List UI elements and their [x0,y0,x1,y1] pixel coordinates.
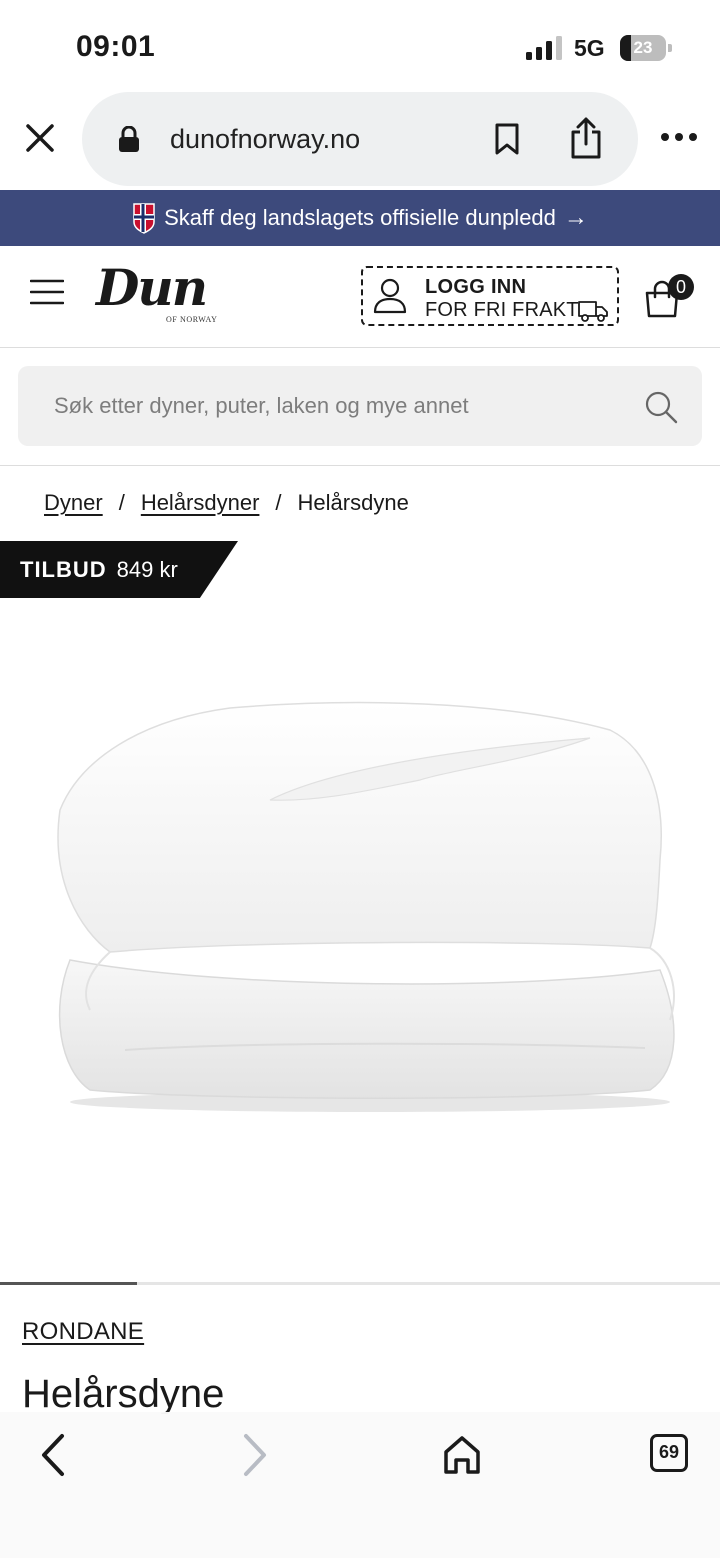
breadcrumb-current: Helårsdyne [297,490,409,515]
logo-wordmark: Dun [96,258,208,317]
search-bar[interactable] [18,366,702,446]
sale-label: TILBUD [20,556,107,582]
forward-icon[interactable] [240,1432,272,1478]
promo-banner[interactable]: Skaff deg landslagets offisielle dunpled… [0,190,720,246]
sale-price: 849 kr [116,556,178,582]
site-header: Dun OF NORWAY LOGG INN FOR FRI FRAKT 0 [0,246,720,348]
cart-button[interactable]: 0 [644,272,698,318]
arrow-right-icon: → [563,204,588,231]
carousel-progress [0,1282,137,1285]
share-icon[interactable] [568,116,604,160]
more-icon[interactable] [660,130,698,144]
battery-level: 23 [633,38,653,57]
url-text[interactable]: dunofnorway.no [170,124,360,155]
product-image[interactable] [30,690,690,1120]
cart-count-badge: 0 [668,274,694,300]
breadcrumb-separator: / [275,490,282,515]
battery-icon: 23 [620,35,672,61]
brand-link[interactable]: RONDANE [22,1318,144,1346]
status-time: 09:01 [76,30,156,63]
site-logo[interactable]: Dun OF NORWAY [96,258,226,330]
home-icon[interactable] [442,1434,482,1476]
network-label: 5G [574,35,605,61]
login-button[interactable]: LOGG INN FOR FRI FRAKT [361,266,619,326]
truck-icon [578,301,608,322]
breadcrumb-link-helarsdyner[interactable]: Helårsdyner [141,490,260,516]
menu-icon[interactable] [30,278,64,306]
image-carousel-indicator [0,1282,720,1285]
breadcrumb-separator: / [118,490,125,515]
status-bar: 09:01 5G 23 [0,0,720,92]
search-icon[interactable] [644,390,678,424]
bookmark-icon[interactable] [492,122,522,156]
breadcrumb-link-dyner[interactable]: Dyner [44,490,103,516]
search-input[interactable] [54,366,634,446]
tabs-icon[interactable]: 69 [650,1434,688,1472]
divider [0,465,720,466]
product-title: Helårsdyne [22,1372,225,1414]
login-title: LOGG INN [425,276,527,298]
norway-flag-icon [133,203,155,234]
promo-text[interactable]: Skaff deg landslagets offisielle dunpled… [164,205,556,231]
logo-subtext: OF NORWAY [166,315,218,324]
browser-toolbar: 69 [0,1412,720,1558]
sale-badge: TILBUD 849 kr [0,541,238,598]
breadcrumb: Dyner / Helårsdyner / Helårsdyne [44,490,409,516]
signal-icon [526,36,562,60]
back-icon[interactable] [36,1432,68,1478]
address-bar[interactable]: dunofnorway.no [82,92,638,186]
login-subtitle: FOR FRI FRAKT [425,299,579,321]
lock-icon [119,126,139,152]
user-icon [373,278,407,314]
close-icon[interactable] [22,120,58,156]
